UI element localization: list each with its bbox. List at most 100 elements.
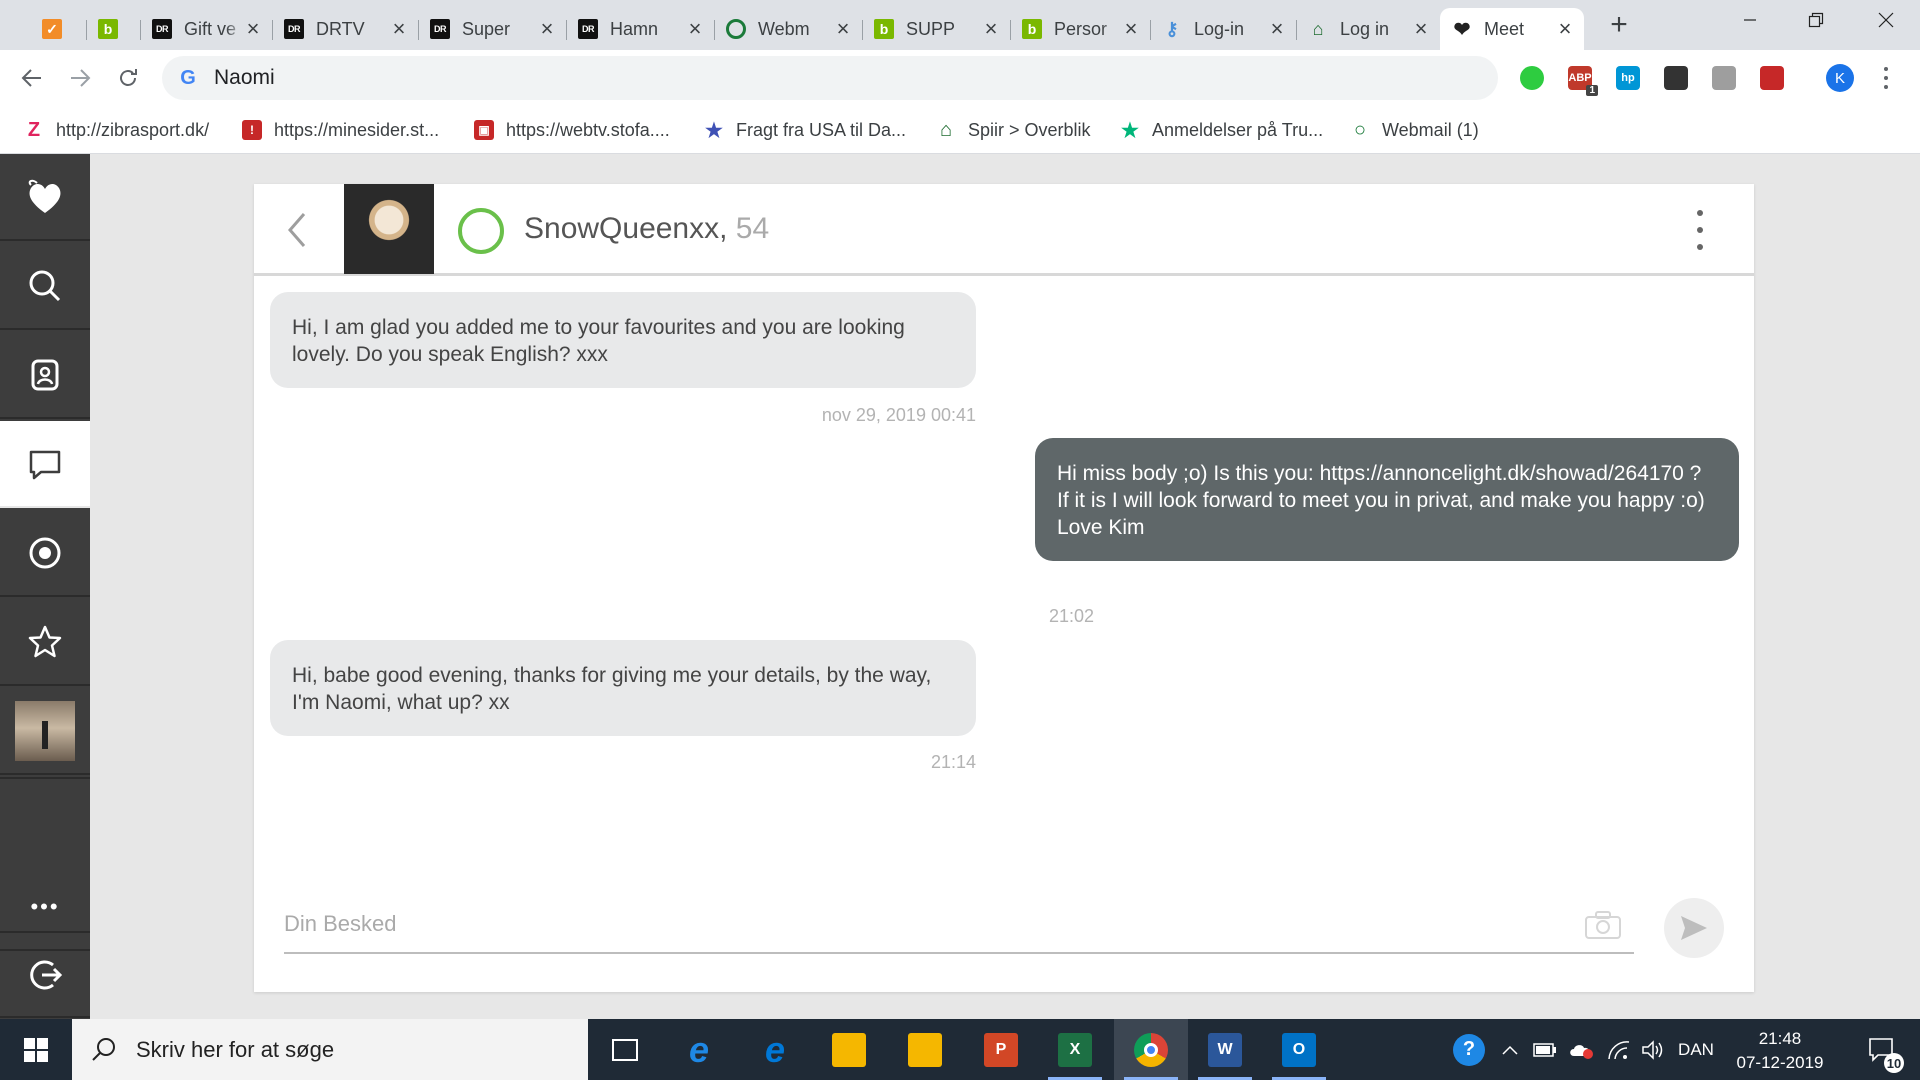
bookmark-item[interactable]: Zhttp://zibrasport.dk/	[24, 118, 209, 142]
tab-close-icon[interactable]: ×	[982, 18, 1000, 40]
browser-tab[interactable]: DR Super ×	[418, 8, 566, 50]
bookmark-label: https://webtv.stofa....	[506, 119, 670, 140]
windows-logo-icon	[24, 1037, 48, 1062]
reload-button[interactable]	[110, 60, 146, 96]
help-tray-icon[interactable]: ?	[1446, 1019, 1492, 1080]
bookmark-item[interactable]: ▣ https://webtv.stofa....	[474, 118, 670, 142]
sidebar-item-logout[interactable]	[0, 931, 90, 1018]
tab-close-icon[interactable]: ×	[244, 18, 262, 40]
tab-title: Log-in	[1194, 18, 1245, 39]
tab-close-icon[interactable]: ×	[834, 18, 852, 40]
taskbar-app-file-explorer[interactable]	[812, 1019, 886, 1080]
back-button[interactable]	[14, 60, 50, 96]
sidebar-item-favourites[interactable]	[0, 599, 90, 686]
volume-tray-icon[interactable]	[1638, 1019, 1668, 1080]
browser-tab[interactable]: b SUPP ×	[862, 8, 1010, 50]
bookmark-item[interactable]: ! https://minesider.st...	[242, 118, 439, 142]
message-bubble-outgoing: Hi miss body ;o) Is this you: https://an…	[1035, 438, 1739, 561]
browser-tab[interactable]: b	[86, 8, 140, 50]
browser-tab[interactable]: ❤ Meet ×	[1440, 8, 1584, 50]
extension-label: ABP	[1568, 72, 1592, 84]
adblock-icon[interactable]: ABP 1	[1568, 66, 1598, 96]
browser-tab[interactable]: DR Gift ve ×	[140, 8, 272, 50]
message-input[interactable]	[284, 908, 1564, 940]
hp-icon[interactable]: hp	[1616, 66, 1640, 90]
taskbar-app-outlook[interactable]: O	[1262, 1019, 1336, 1080]
tab-close-icon[interactable]: ×	[1412, 18, 1430, 40]
browser-tab[interactable]: ✓	[30, 8, 86, 50]
tab-close-icon[interactable]: ×	[1268, 18, 1286, 40]
wifi-tray-icon[interactable]	[1604, 1019, 1634, 1080]
tab-separator	[714, 20, 715, 40]
chrome-menu-button[interactable]	[1876, 64, 1896, 92]
minimize-button[interactable]	[1720, 0, 1780, 40]
taskbar-app-edge[interactable]: e	[738, 1019, 812, 1080]
tab-close-icon[interactable]: ×	[1556, 18, 1574, 40]
sidebar-item-search[interactable]	[0, 243, 90, 330]
sidebar-item-my-profile[interactable]	[0, 688, 90, 775]
internet-explorer-icon: e	[682, 1029, 716, 1070]
pdf-extension-icon[interactable]	[1760, 66, 1784, 90]
taskbar-app-chrome[interactable]	[1114, 1019, 1188, 1080]
gray-extension-icon[interactable]	[1712, 66, 1736, 90]
forward-button[interactable]	[62, 60, 98, 96]
bookmark-item[interactable]: ○ Webmail (1)	[1350, 118, 1479, 142]
edge-icon: e	[758, 1029, 792, 1070]
bookmark-item[interactable]: ★ Anmeldelser på Tru...	[1120, 118, 1323, 142]
attach-photo-button[interactable]	[1584, 910, 1622, 940]
cloud-error-icon	[1570, 1044, 1593, 1059]
tab-close-icon[interactable]: ×	[1122, 18, 1140, 40]
green-extension-icon[interactable]	[1520, 66, 1544, 90]
stofa-icon: !	[242, 120, 262, 140]
logout-icon	[30, 960, 63, 989]
sidebar-item-messages[interactable]	[0, 421, 90, 508]
message-text: Hi miss body ;o) Is this you: https://an…	[1057, 462, 1705, 539]
browser-tab[interactable]: DR DRTV ×	[272, 8, 418, 50]
onedrive-tray-icon[interactable]	[1566, 1019, 1596, 1080]
taskbar-search[interactable]: Skriv her for at søge	[72, 1019, 588, 1080]
browser-tab[interactable]: b Persor ×	[1010, 8, 1150, 50]
sidebar-logo[interactable]	[0, 154, 90, 241]
new-tab-button[interactable]: +	[1604, 8, 1634, 41]
tab-title: DRTV	[316, 18, 365, 39]
chat-back-button[interactable]	[282, 208, 312, 252]
battery-tray-icon[interactable]	[1530, 1019, 1560, 1080]
app-icon-letter: e	[764, 1028, 786, 1070]
taskbar-app-task-view[interactable]	[588, 1019, 662, 1080]
start-button[interactable]	[0, 1019, 72, 1080]
profile-avatar[interactable]: K	[1826, 64, 1854, 92]
browser-tab[interactable]: ⌂ Log in ×	[1296, 8, 1440, 50]
bookmark-item[interactable]: ★ Fragt fra USA til Da...	[704, 118, 906, 142]
word-icon: W	[1208, 1032, 1242, 1067]
sidebar-item-contacts[interactable]	[0, 332, 90, 419]
profile-name-line[interactable]: SnowQueenxx, 54	[524, 212, 769, 246]
profile-photo[interactable]	[344, 184, 434, 274]
browser-tab[interactable]: DR Hamn ×	[566, 8, 714, 50]
bookmarks-bar: Zhttp://zibrasport.dk/ ! https://minesider…	[0, 106, 1920, 154]
sidebar-item-visitors[interactable]	[0, 510, 90, 597]
tab-close-icon[interactable]: ×	[686, 18, 704, 40]
tab-close-icon[interactable]: ×	[538, 18, 556, 40]
tab-separator	[418, 20, 419, 40]
message-timestamp: 21:02	[1049, 606, 1095, 626]
browser-tab[interactable]: ⚷ Log-in ×	[1150, 8, 1296, 50]
taskbar-app-internet-explorer[interactable]: e	[662, 1019, 736, 1080]
language-indicator[interactable]: DAN	[1672, 1019, 1720, 1080]
action-center-button[interactable]: 10	[1858, 1019, 1906, 1080]
taskbar-app-powerpoint[interactable]: P	[964, 1019, 1038, 1080]
show-hidden-icons-button[interactable]	[1496, 1019, 1524, 1080]
tab-close-icon[interactable]: ×	[390, 18, 408, 40]
tab-title: Super	[462, 18, 511, 39]
browser-tab[interactable]: Webm ×	[714, 8, 862, 50]
address-bar[interactable]: G Naomi	[162, 56, 1498, 100]
taskbar-app-onedrive-files[interactable]	[888, 1019, 962, 1080]
taskbar-app-word[interactable]: W	[1188, 1019, 1262, 1080]
send-button[interactable]	[1664, 898, 1724, 958]
close-window-button[interactable]	[1856, 0, 1916, 40]
bookmark-item[interactable]: ⌂ Spiir > Overblik	[936, 118, 1091, 142]
taskbar-clock[interactable]: 21:48 07-12-2019	[1720, 1027, 1840, 1075]
globe-extension-icon[interactable]	[1664, 66, 1688, 90]
taskbar-app-excel[interactable]: X	[1038, 1019, 1112, 1080]
restore-button[interactable]	[1786, 0, 1846, 40]
chat-options-button[interactable]	[1694, 210, 1706, 250]
